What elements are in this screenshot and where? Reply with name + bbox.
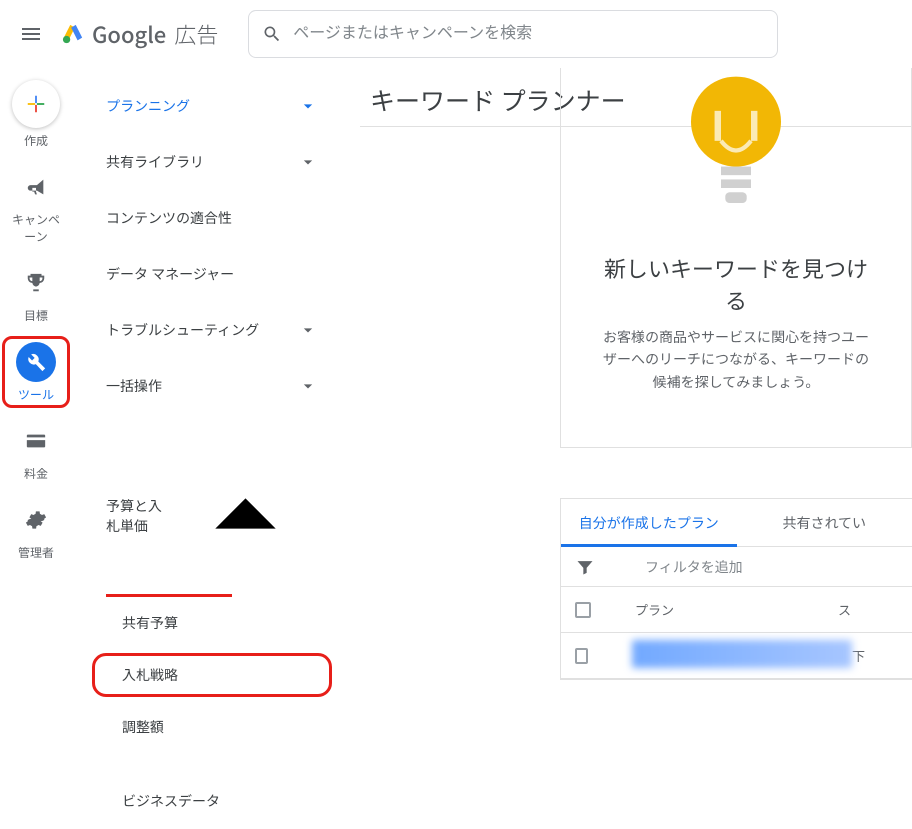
google-ads-logo-icon xyxy=(62,23,84,45)
menu-data-manager-label: データ マネージャー xyxy=(106,264,234,284)
submenu-bid-strategy[interactable]: 入札戦略 xyxy=(82,649,342,701)
chevron-down-icon xyxy=(298,96,318,116)
tab-shared-plans-label: 共有されてい xyxy=(782,513,866,533)
submenu-shared-budget[interactable]: 共有予算 xyxy=(82,597,342,649)
wrench-icon xyxy=(25,351,47,373)
select-all-checkbox[interactable] xyxy=(575,602,591,618)
menu-business-data-label: ビジネスデータ xyxy=(122,791,220,811)
nav-billing-label: 料金 xyxy=(24,465,48,482)
menu-shared-library[interactable]: 共有ライブラリ xyxy=(82,134,342,190)
brand-ads: 広告 xyxy=(174,18,218,50)
submenu-adjustments-label: 調整額 xyxy=(122,717,164,737)
find-keywords-title: 新しいキーワードを見つける xyxy=(599,252,873,316)
search-input[interactable] xyxy=(248,10,778,58)
menu-content-suitability[interactable]: コンテンツの適合性 xyxy=(82,190,342,246)
nav-create[interactable]: 作成 xyxy=(8,80,64,149)
menu-bidding-label: 予算と入札単価 xyxy=(106,496,173,536)
nav-tools-label: ツール xyxy=(18,386,54,403)
filter-bar[interactable]: フィルタを追加 xyxy=(561,547,912,587)
menu-data-manager[interactable]: データ マネージャー xyxy=(82,246,342,302)
submenu-shared-budget-label: 共有予算 xyxy=(122,613,178,633)
tab-my-plans[interactable]: 自分が作成したプラン xyxy=(561,499,737,546)
row-status: 下 xyxy=(852,646,898,665)
nav-create-label: 作成 xyxy=(24,132,48,149)
tab-shared-plans[interactable]: 共有されてい xyxy=(737,499,912,546)
menu-shared-library-label: 共有ライブラリ xyxy=(106,152,204,172)
gear-icon xyxy=(25,509,47,531)
find-keywords-body: お客様の商品やサービスに関心を持つユーザーへのリーチにつながる、キーワードの候補… xyxy=(599,326,873,393)
nav-goals-label: 目標 xyxy=(24,307,48,324)
brand: Google 広告 xyxy=(62,18,218,50)
megaphone-icon xyxy=(25,176,47,198)
plus-icon xyxy=(25,93,47,115)
find-keywords-card[interactable]: 新しいキーワードを見つける お客様の商品やサービスに関心を持つユーザーへのリーチ… xyxy=(560,68,912,448)
search-container xyxy=(248,10,778,58)
trophy-icon xyxy=(25,272,47,294)
lightbulb-icon xyxy=(681,68,791,218)
plan-name-redacted xyxy=(632,640,852,668)
menu-button[interactable] xyxy=(14,17,48,51)
menu-business-data[interactable]: ビジネスデータ xyxy=(82,773,342,829)
plans-section: 自分が作成したプラン 共有されてい フィルタを追加 プラン ス 下 xyxy=(560,498,912,680)
chevron-down-icon xyxy=(298,152,318,172)
nav-admin[interactable]: 管理者 xyxy=(8,500,64,561)
nav-tools[interactable]: ツール xyxy=(8,342,64,403)
menu-content-suitability-label: コンテンツの適合性 xyxy=(106,208,232,228)
search-icon xyxy=(262,24,282,44)
table-header-row: プラン ス xyxy=(561,587,912,633)
brand-google: Google xyxy=(92,18,166,50)
chevron-down-icon xyxy=(298,320,318,340)
nav-campaigns-label: キャンペーン xyxy=(8,211,64,245)
nav-admin-label: 管理者 xyxy=(18,544,54,561)
chevron-up-icon xyxy=(173,444,318,589)
submenu-adjustments[interactable]: 調整額 xyxy=(82,701,342,753)
menu-icon xyxy=(19,22,43,46)
col-status-header[interactable]: ス xyxy=(838,600,898,619)
nav-goals[interactable]: 目標 xyxy=(8,263,64,324)
nav-campaigns[interactable]: キャンペーン xyxy=(8,167,64,245)
menu-planning-label: プランニング xyxy=(106,96,190,116)
row-checkbox[interactable] xyxy=(575,648,588,664)
menu-bidding-section: 予算と入札単価 共有予算 入札戦略 調整額 xyxy=(82,420,342,773)
submenu-bid-strategy-label: 入札戦略 xyxy=(122,665,178,685)
menu-bulk-actions-label: 一括操作 xyxy=(106,376,162,396)
menu-bidding-header[interactable]: 予算と入札単価 xyxy=(82,432,342,597)
tab-my-plans-label: 自分が作成したプラン xyxy=(579,513,719,533)
credit-card-icon xyxy=(25,430,47,452)
table-row[interactable]: 下 xyxy=(561,633,912,679)
filter-icon xyxy=(575,557,595,577)
chevron-down-icon xyxy=(298,376,318,396)
menu-troubleshooting-label: トラブルシューティング xyxy=(106,320,259,340)
menu-bulk-actions[interactable]: 一括操作 xyxy=(82,358,342,414)
nav-billing[interactable]: 料金 xyxy=(8,421,64,482)
add-filter-label: フィルタを追加 xyxy=(645,557,743,577)
menu-planning[interactable]: プランニング xyxy=(82,78,342,134)
col-plan-header[interactable]: プラン xyxy=(635,600,838,619)
menu-troubleshooting[interactable]: トラブルシューティング xyxy=(82,302,342,358)
